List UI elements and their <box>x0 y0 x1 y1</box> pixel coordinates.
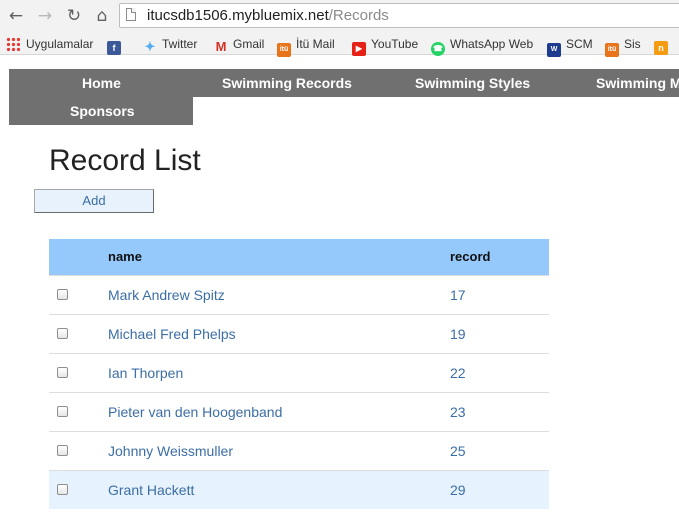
bookmark-label: Twitter <box>162 37 198 51</box>
cell-name[interactable]: Pieter van den Hoogenband <box>108 393 282 431</box>
cell-record[interactable]: 29 <box>450 471 466 509</box>
bookmarks-bar: Uygulamalar f ✦ Twitter M Gmail itü İtü Mai… <box>0 33 679 57</box>
bookmark-twitter[interactable]: ✦ Twitter <box>143 36 198 54</box>
table-row: Johnny Weissmuller 25 <box>49 431 549 470</box>
url-path: /Records <box>328 7 389 24</box>
cell-name[interactable]: Mark Andrew Spitz <box>108 276 225 314</box>
bookmark-label: WhatsApp Web <box>450 37 534 51</box>
column-header-name: name <box>108 249 142 264</box>
row-checkbox[interactable] <box>57 328 68 339</box>
bookmark-icon: n <box>654 41 668 55</box>
browser-window: ← → ↻ ⌂ itucsdb1506.mybluemix.net/Record… <box>0 0 679 513</box>
cell-record[interactable]: 17 <box>450 276 466 314</box>
youtube-icon: ▶ <box>352 42 366 56</box>
cell-record[interactable]: 25 <box>450 432 466 470</box>
table-header: name record <box>49 239 549 275</box>
whatsapp-icon: ☎ <box>431 42 445 56</box>
bookmark-label: YouTube <box>371 37 419 51</box>
gmail-icon: M <box>215 39 227 54</box>
browser-toolbar: ← → ↻ ⌂ itucsdb1506.mybluemix.net/Record… <box>0 0 679 33</box>
site-navigation: Home Swimming Records Swimming Styles Sw… <box>9 69 679 125</box>
itu-icon: itü <box>605 43 619 57</box>
cell-name[interactable]: Ian Thorpen <box>108 354 183 392</box>
bookmark-whatsapp[interactable]: ☎ WhatsApp Web <box>431 36 534 56</box>
table-row: Michael Fred Phelps 19 <box>49 314 549 353</box>
row-checkbox[interactable] <box>57 289 68 300</box>
table-row: Pieter van den Hoogenband 23 <box>49 392 549 431</box>
facebook-icon: f <box>107 41 121 55</box>
table-row: Grant Hackett 29 <box>49 470 549 509</box>
nav-item-swimming-records[interactable]: Swimming Records <box>222 69 352 97</box>
cell-name[interactable]: Johnny Weissmuller <box>108 432 233 470</box>
bookmark-label: Sis <box>624 37 641 51</box>
bookmark-overflow[interactable]: n <box>654 36 673 55</box>
bookmark-label: Gmail <box>233 37 265 51</box>
home-icon[interactable]: ⌂ <box>92 6 112 26</box>
cell-record[interactable]: 19 <box>450 315 466 353</box>
address-bar[interactable]: itucsdb1506.mybluemix.net/Records <box>119 3 679 28</box>
nav-item-swimming-more[interactable]: Swimming M <box>596 69 679 97</box>
url-host: itucsdb1506.mybluemix.net <box>147 7 329 24</box>
bookmark-youtube[interactable]: ▶ YouTube <box>352 36 419 56</box>
add-button[interactable]: Add <box>34 189 154 213</box>
table-row: Ian Thorpen 22 <box>49 353 549 392</box>
bookmark-label: İtü Mail <box>296 37 335 51</box>
bookmark-label: SCM <box>566 37 593 51</box>
page-icon <box>126 8 136 21</box>
bookmark-label: Uygulamalar <box>26 37 94 51</box>
cell-record[interactable]: 22 <box>450 354 466 392</box>
nav-row: Sponsors <box>9 97 193 125</box>
nav-item-swimming-styles[interactable]: Swimming Styles <box>415 69 530 97</box>
cell-record[interactable]: 23 <box>450 393 466 431</box>
nav-item-home[interactable]: Home <box>82 69 121 97</box>
bookmark-scm[interactable]: W SCM <box>547 36 593 57</box>
row-checkbox[interactable] <box>57 445 68 456</box>
cell-name[interactable]: Grant Hackett <box>108 471 194 509</box>
nav-row: Home Swimming Records Swimming Styles Sw… <box>9 69 679 97</box>
back-arrow-icon[interactable]: ← <box>6 6 26 26</box>
bookmark-apps[interactable]: Uygulamalar <box>6 36 93 52</box>
apps-grid-icon <box>6 37 20 51</box>
scm-icon: W <box>547 43 561 57</box>
nav-item-sponsors[interactable]: Sponsors <box>70 97 135 125</box>
cell-name[interactable]: Michael Fred Phelps <box>108 315 236 353</box>
table-row: Mark Andrew Spitz 17 <box>49 275 549 314</box>
url-text[interactable]: itucsdb1506.mybluemix.net/Records <box>147 7 389 24</box>
itu-icon: itü <box>277 43 291 57</box>
row-checkbox[interactable] <box>57 367 68 378</box>
row-checkbox[interactable] <box>57 406 68 417</box>
bookmark-facebook[interactable]: f <box>107 36 126 55</box>
row-checkbox[interactable] <box>57 484 68 495</box>
forward-arrow-icon[interactable]: → <box>35 6 55 26</box>
reload-icon[interactable]: ↻ <box>64 6 84 26</box>
page-title: Record List <box>49 144 201 177</box>
column-header-record: record <box>450 249 491 264</box>
bookmark-sis[interactable]: itü Sis <box>605 36 641 57</box>
bookmark-itu-mail[interactable]: itü İtü Mail <box>277 36 335 57</box>
twitter-icon: ✦ <box>144 39 156 54</box>
bookmark-gmail[interactable]: M Gmail <box>214 36 265 54</box>
